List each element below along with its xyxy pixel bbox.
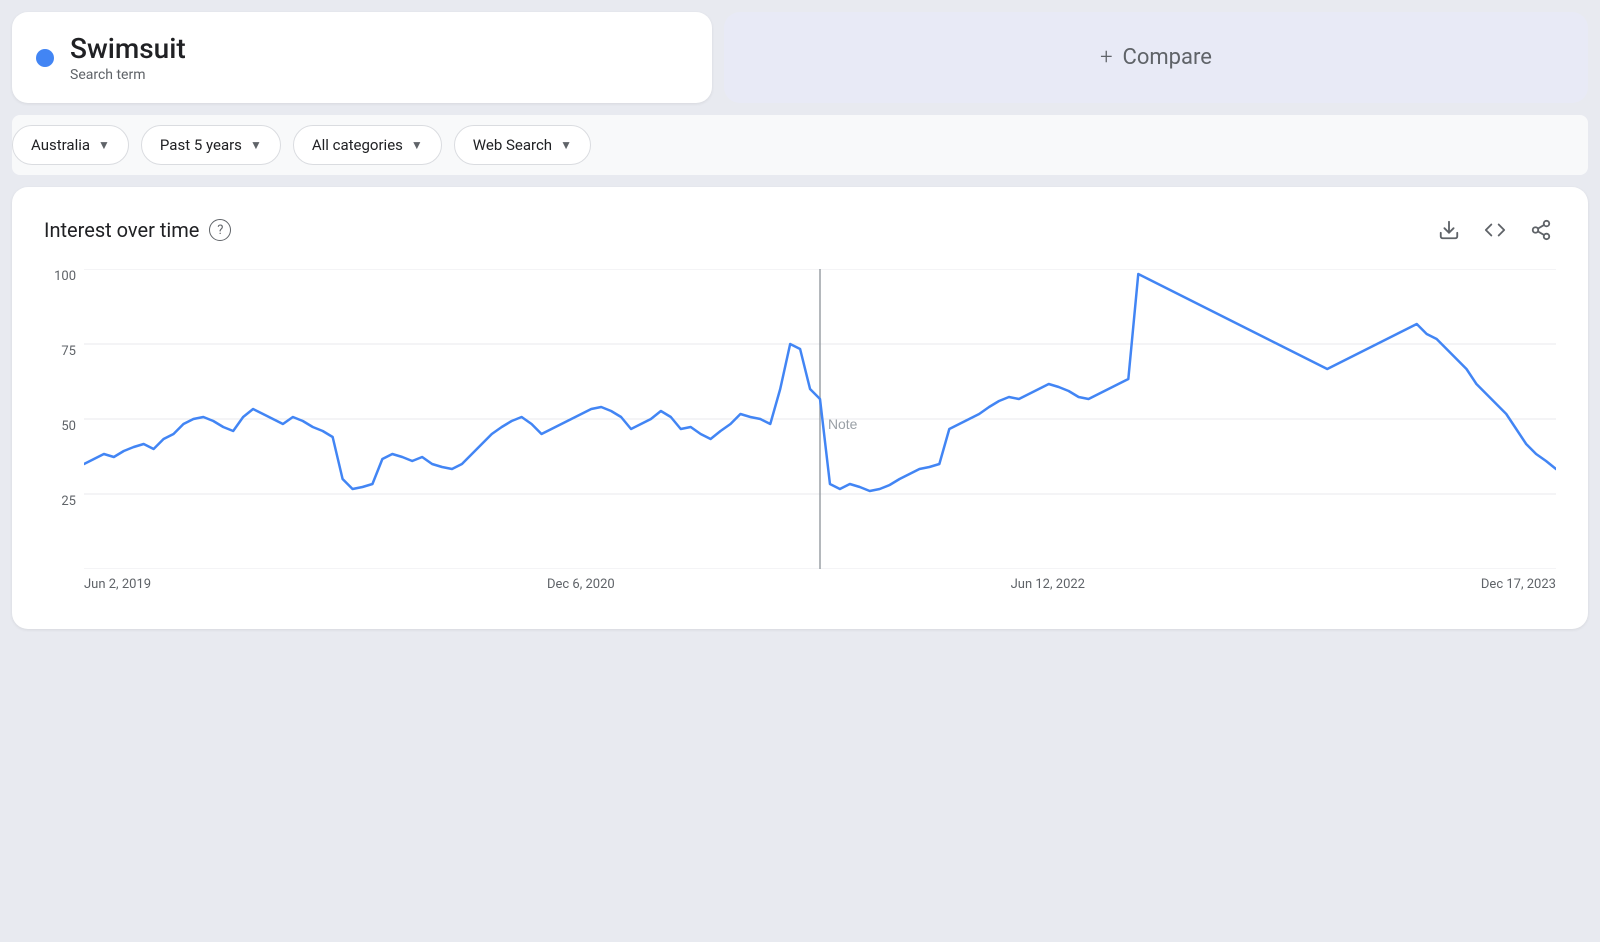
x-label-2: Dec 6, 2020 <box>547 577 615 592</box>
filter-region[interactable]: Australia ▼ <box>12 125 129 165</box>
help-icon[interactable]: ? <box>209 219 231 241</box>
line-chart-svg: Note <box>84 269 1556 569</box>
y-label-100: 100 <box>44 269 84 284</box>
filter-category[interactable]: All categories ▼ <box>293 125 442 165</box>
y-label-50: 50 <box>44 419 84 434</box>
chevron-down-icon: ▼ <box>250 138 262 152</box>
share-button[interactable] <box>1526 215 1556 245</box>
search-label: Search term <box>70 67 186 83</box>
filters-row: Australia ▼ Past 5 years ▼ All categorie… <box>12 115 1588 175</box>
download-button[interactable] <box>1434 215 1464 245</box>
filter-timerange[interactable]: Past 5 years ▼ <box>141 125 281 165</box>
chart-svg-area: Note <box>84 269 1556 569</box>
y-axis: 100 75 50 25 <box>44 269 84 569</box>
filter-timerange-label: Past 5 years <box>160 136 242 154</box>
interest-over-time-card: Interest over time ? <box>12 187 1588 629</box>
search-term: Swimsuit <box>70 32 186 65</box>
chevron-down-icon: ▼ <box>560 138 572 152</box>
chevron-down-icon: ▼ <box>98 138 110 152</box>
y-label-75: 75 <box>44 344 84 359</box>
x-axis: Jun 2, 2019 Dec 6, 2020 Jun 12, 2022 Dec… <box>84 569 1556 609</box>
search-dot <box>36 49 54 67</box>
chart-title-area: Interest over time ? <box>44 218 231 242</box>
search-text: Swimsuit Search term <box>70 32 186 83</box>
compare-label: Compare <box>1123 45 1212 70</box>
chevron-down-icon: ▼ <box>411 138 423 152</box>
filter-region-label: Australia <box>31 136 90 154</box>
x-label-4: Dec 17, 2023 <box>1481 577 1556 592</box>
chart-title: Interest over time <box>44 218 199 242</box>
x-label-3: Jun 12, 2022 <box>1011 577 1085 592</box>
embed-button[interactable] <box>1480 215 1510 245</box>
compare-card[interactable]: + Compare <box>724 12 1588 103</box>
svg-text:Note: Note <box>828 416 858 432</box>
y-label-25: 25 <box>44 494 84 509</box>
filter-searchtype-label: Web Search <box>473 136 552 154</box>
chart-actions <box>1434 215 1556 245</box>
filter-searchtype[interactable]: Web Search ▼ <box>454 125 591 165</box>
chart-container: 100 75 50 25 Note Jun 2 <box>44 269 1556 609</box>
search-term-card: Swimsuit Search term <box>12 12 712 103</box>
chart-header: Interest over time ? <box>44 215 1556 245</box>
x-label-1: Jun 2, 2019 <box>84 577 151 592</box>
compare-plus-icon: + <box>1100 45 1112 70</box>
filter-category-label: All categories <box>312 136 403 154</box>
